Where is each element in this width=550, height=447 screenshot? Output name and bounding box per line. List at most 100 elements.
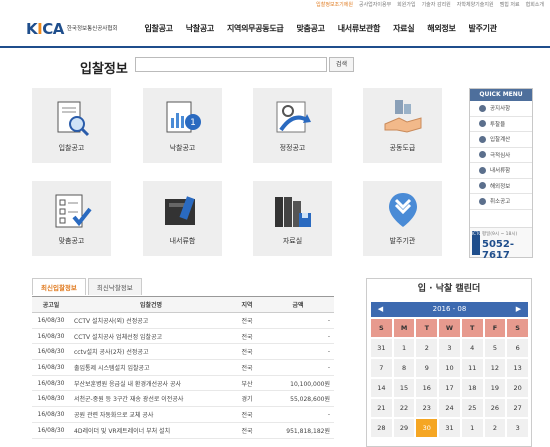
weekday-header: T	[461, 319, 483, 337]
tile-joint-contract[interactable]: 공동도급	[363, 88, 442, 163]
table-row[interactable]: 16/08/30 부산보훈병원 응급실 내 환경개선공사 공사 부산 10,100,0…	[32, 375, 334, 392]
tile-archive[interactable]: 자료실	[253, 181, 332, 256]
calendar-day[interactable]: 26	[484, 399, 506, 417]
nav-item[interactable]: 낙찰공고	[179, 23, 220, 34]
award-chart-icon: 1	[166, 101, 201, 133]
tile-award-notice[interactable]: 1 낙찰공고	[143, 88, 222, 163]
top-link[interactable]: 기술자 감리원	[422, 0, 451, 10]
weekday-header: S	[371, 319, 392, 337]
nav-item[interactable]: 지역의무공동도급	[221, 23, 290, 34]
calendar-day[interactable]: 19	[484, 379, 506, 397]
nav-item[interactable]: 해외정보	[421, 23, 462, 34]
calendar-day[interactable]: 16	[416, 379, 438, 397]
nav-item[interactable]: 발주기관	[462, 23, 503, 34]
location-pin-icon	[388, 193, 417, 227]
nav-item[interactable]: 맞춤공고	[290, 23, 331, 34]
calendar-day[interactable]: 1	[461, 419, 483, 437]
top-link[interactable]: 협회소개	[526, 0, 544, 10]
top-link[interactable]: 입찰정보조기에원	[316, 0, 353, 10]
magnifier-document-icon	[57, 101, 89, 137]
calendar-day[interactable]: 24	[439, 399, 460, 417]
tile-my-documents[interactable]: 내서류함	[143, 181, 222, 256]
calendar-day[interactable]: 12	[484, 359, 506, 377]
calendar-month-bar: ◀ 2016 - 08 ▶	[371, 302, 528, 317]
calendar-day[interactable]: 29	[393, 419, 415, 437]
calendar-day[interactable]: 22	[393, 399, 415, 417]
search-button[interactable]: 검색	[329, 57, 354, 72]
quick-item[interactable]: 내서류함	[470, 163, 532, 179]
col-header: 지역	[232, 296, 262, 313]
weekday-header: M	[393, 319, 415, 337]
col-header: 공고일	[32, 296, 70, 313]
calendar-day[interactable]: 8	[393, 359, 415, 377]
calendar-day[interactable]: 7	[371, 359, 392, 377]
calendar-day[interactable]: 5	[484, 339, 506, 357]
tile-bid-notice[interactable]: 입찰공고	[32, 88, 111, 163]
tile-correction-notice[interactable]: 정정공고	[253, 88, 332, 163]
quick-item[interactable]: 입찰계산	[470, 132, 532, 148]
tile-label: 입찰공고	[58, 144, 85, 152]
table-row[interactable]: 16/08/30 cctv설치 공사(2차) 선정공고 전국 -	[32, 343, 334, 361]
prev-month-icon[interactable]: ◀	[373, 302, 388, 317]
quick-item[interactable]: 해외정보	[470, 179, 532, 194]
nav-item[interactable]: 내서류보관함	[331, 23, 386, 34]
tile-label: 정정공고	[279, 144, 306, 152]
calendar-day[interactable]: 23	[416, 399, 438, 417]
calendar-day[interactable]: 31	[371, 339, 392, 357]
nav-item[interactable]: 입찰공고	[138, 23, 179, 34]
calendar-day[interactable]: 30	[416, 419, 438, 437]
quick-item[interactable]: 공지사항	[470, 101, 532, 117]
main-nav: 입찰공고 낙찰공고 지역의무공동도급 맞춤공고 내서류보관함 자료실 해외정보 …	[138, 10, 503, 46]
search-input[interactable]	[135, 57, 327, 72]
top-link[interactable]: 공사업자이용무	[359, 0, 391, 10]
calendar-day[interactable]: 14	[371, 379, 392, 397]
calendar-day[interactable]: 17	[439, 379, 460, 397]
calendar-day[interactable]: 3	[507, 419, 528, 437]
tile-label: 발주기관	[389, 237, 416, 245]
calendar-day[interactable]: 3	[439, 339, 460, 357]
calendar-day[interactable]: 2	[416, 339, 438, 357]
top-link[interactable]: 멤힙 저료	[500, 0, 520, 10]
calendar-day[interactable]: 28	[371, 419, 392, 437]
calendar-day[interactable]: 25	[461, 399, 483, 417]
calendar-day[interactable]: 31	[439, 419, 460, 437]
table-row[interactable]: 16/08/30 CCTV 설치공사 업체선정 입찰공고 전국 -	[32, 328, 334, 345]
table-row[interactable]: 16/08/30 서천군-중원 등 3구간 재송 광선로 이전공사 경기 55,028…	[32, 390, 334, 408]
table-header-row: 공고일 입찰건명 지역 금액	[32, 296, 334, 313]
weekday-header: T	[416, 319, 438, 337]
calendar-day[interactable]: 1	[393, 339, 415, 357]
table-row[interactable]: 16/08/30 CCTV 설치공사(외) 선정공고 전국 -	[32, 312, 334, 329]
calendar-day[interactable]: 11	[461, 359, 483, 377]
table-row[interactable]: 16/08/30 4D레이더 및 VR제트레이너 부처 설치 전국 951,818,1…	[32, 422, 334, 439]
quick-item[interactable]: 극적심사	[470, 148, 532, 163]
weekday-header: W	[439, 319, 460, 337]
tile-ordering-agency[interactable]: 발주기관	[363, 181, 442, 256]
tile-custom-notice[interactable]: 맞춤공고	[32, 181, 111, 256]
top-link[interactable]: 회원가입	[397, 0, 415, 10]
calendar-day[interactable]: 10	[439, 359, 460, 377]
table-row[interactable]: 16/08/30 출입통제 시스템설치 입찰공고 전국 -	[32, 359, 334, 376]
top-link[interactable]: 자학체양기술지원	[457, 0, 494, 10]
calendar-day[interactable]: 4	[461, 339, 483, 357]
calendar-day[interactable]: 21	[371, 399, 392, 417]
calendar-title: 입 · 낙찰 캘린더	[417, 284, 481, 294]
calendar-day[interactable]: 2	[484, 419, 506, 437]
calendar-day[interactable]: 18	[461, 379, 483, 397]
calendar-day[interactable]: 20	[507, 379, 528, 397]
calendar-day[interactable]: 15	[393, 379, 415, 397]
tab-latest-bids[interactable]: 최신입찰정보	[32, 278, 86, 295]
calendar-day[interactable]: 13	[507, 359, 528, 377]
quick-item[interactable]: 투찰율	[470, 117, 532, 132]
calendar-day[interactable]: 27	[507, 399, 528, 417]
phone-tag: ICTO	[472, 231, 482, 255]
calendar-day[interactable]: 9	[416, 359, 438, 377]
tab-latest-awards[interactable]: 최신낙찰정보	[87, 278, 142, 295]
bid-tabs: 최신입찰정보 최신낙찰정보	[32, 278, 144, 295]
calendar-day[interactable]: 6	[507, 339, 528, 357]
kica-logo[interactable]: KICA 한국정보통신공사협회	[26, 20, 121, 38]
phone-hours: 평일(9시 ~ 18시)	[482, 232, 518, 237]
table-row[interactable]: 16/08/30 공원 관련 자동화으로 교체 공사 전국 -	[32, 406, 334, 423]
quick-item[interactable]: 취소공고	[470, 194, 532, 210]
next-month-icon[interactable]: ▶	[511, 302, 526, 317]
nav-item[interactable]: 자료실	[387, 23, 421, 34]
